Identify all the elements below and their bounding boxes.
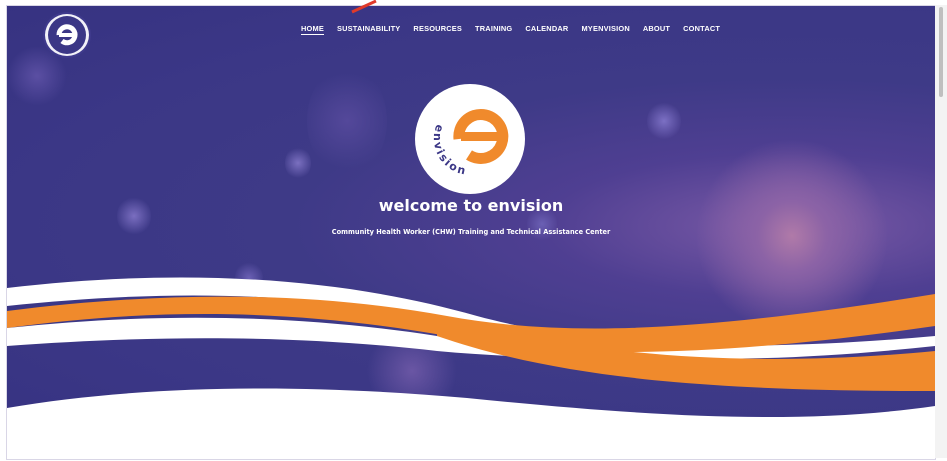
site-logo[interactable] bbox=[43, 12, 91, 58]
nav-myenvision[interactable]: MYENVISION bbox=[581, 24, 629, 35]
scrollbar-thumb[interactable] bbox=[939, 7, 943, 97]
envision-e-logo-icon bbox=[48, 16, 86, 54]
nav-home[interactable]: HOME bbox=[301, 24, 324, 35]
page-scrollbar[interactable] bbox=[935, 5, 947, 458]
pointer-arrow-icon bbox=[351, 0, 377, 14]
browser-viewport: HOME SUSTAINABILITY RESOURCES TRAINING C… bbox=[6, 5, 936, 460]
main-nav: HOME SUSTAINABILITY RESOURCES TRAINING C… bbox=[301, 24, 720, 35]
hero-section: HOME SUSTAINABILITY RESOURCES TRAINING C… bbox=[7, 6, 935, 459]
nav-calendar[interactable]: CALENDAR bbox=[525, 24, 568, 35]
nav-about[interactable]: ABOUT bbox=[643, 24, 670, 35]
nav-training[interactable]: TRAINING bbox=[475, 24, 512, 35]
hero-subtitle: Community Health Worker (CHW) Training a… bbox=[331, 228, 611, 236]
hero-title: welcome to envision bbox=[378, 196, 564, 215]
nav-sustainability[interactable]: SUSTAINABILITY bbox=[337, 24, 400, 35]
hero-logo: envision bbox=[415, 84, 525, 194]
nav-resources[interactable]: RESOURCES bbox=[413, 24, 462, 35]
nav-contact[interactable]: CONTACT bbox=[683, 24, 720, 35]
envision-e-logo-icon: envision bbox=[431, 109, 509, 178]
